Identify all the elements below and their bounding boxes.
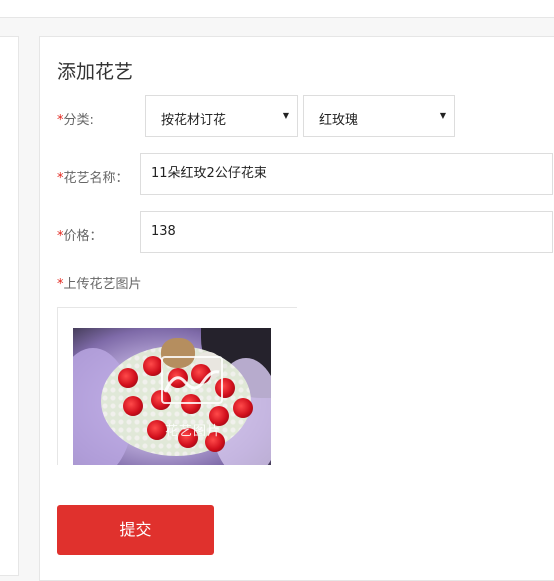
name-label: 花艺名称： bbox=[63, 171, 129, 186]
flower-bouquet-image: 花艺图片 bbox=[73, 328, 271, 465]
category-label-group: *分类: bbox=[57, 109, 94, 128]
category-primary-select[interactable]: 按花材订花 ▼ bbox=[145, 95, 298, 137]
flower-name-input[interactable]: 11朵红玫2公仔花束 bbox=[140, 153, 553, 195]
image-placeholder-icon bbox=[161, 356, 223, 404]
top-bar bbox=[0, 0, 554, 18]
dropdown-arrow-icon: ▼ bbox=[439, 111, 446, 120]
category-label: 分类: bbox=[63, 113, 94, 128]
left-panel bbox=[0, 36, 19, 576]
image-upload-area[interactable]: 花艺图片 bbox=[57, 307, 297, 465]
price-label: 价格： bbox=[63, 229, 103, 244]
category-primary-value: 按花材订花 bbox=[161, 113, 227, 128]
category-secondary-select[interactable]: 红玫瑰 ▼ bbox=[303, 95, 455, 137]
page-title: 添加花艺 bbox=[57, 61, 134, 83]
price-input[interactable]: 138 bbox=[140, 211, 553, 253]
submit-button[interactable]: 提交 bbox=[57, 505, 214, 555]
upload-label: 上传花艺图片 bbox=[63, 277, 142, 292]
upload-label-group: *上传花艺图片 bbox=[57, 273, 142, 292]
category-secondary-value: 红玫瑰 bbox=[319, 113, 359, 128]
name-label-group: *花艺名称： bbox=[57, 167, 129, 186]
image-overlay-text: 花艺图片 bbox=[165, 424, 222, 439]
price-label-group: *价格： bbox=[57, 225, 103, 244]
add-flower-form-panel: 添加花艺 *分类: 按花材订花 ▼ 红玫瑰 ▼ *花艺名称： 11朵红玫2公仔花… bbox=[39, 36, 554, 581]
dropdown-arrow-icon: ▼ bbox=[282, 111, 289, 120]
